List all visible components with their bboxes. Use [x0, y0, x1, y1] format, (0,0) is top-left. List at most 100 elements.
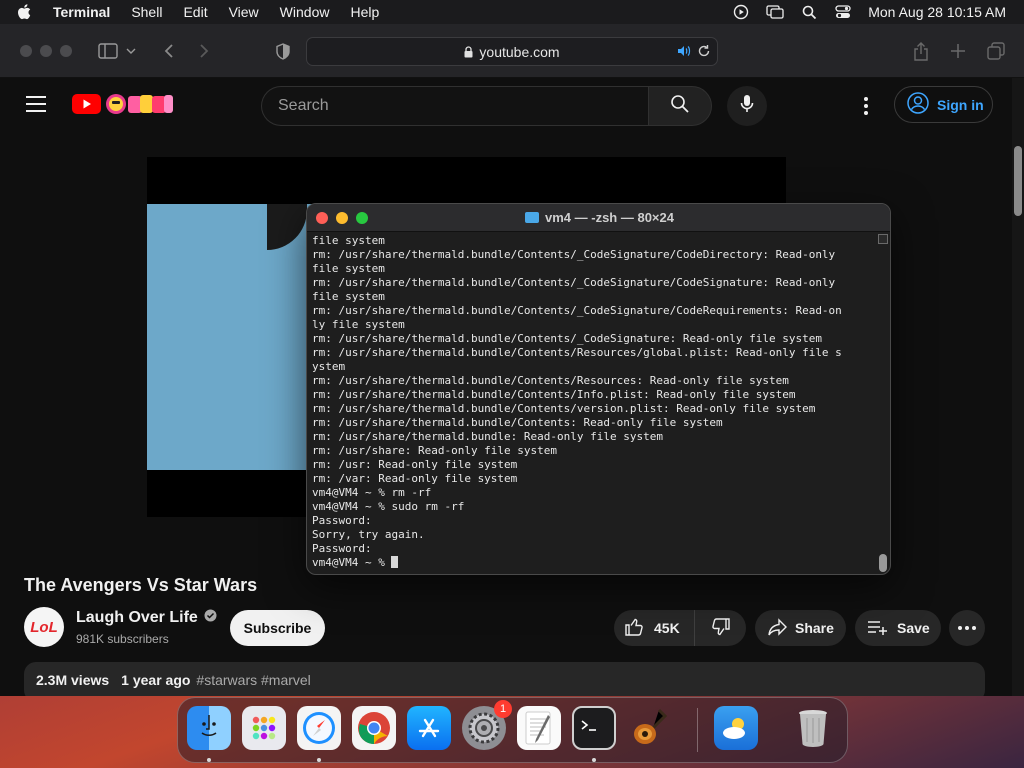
terminal-scroll-button[interactable]	[878, 234, 888, 244]
weather-icon[interactable]	[714, 706, 758, 750]
terminal-line: vm4@VM4 ~ % sudo rm -rf	[312, 500, 465, 513]
menu-bar: Terminal Shell Edit View Window Help Mon…	[0, 0, 1024, 24]
terminal-cursor	[391, 556, 399, 568]
channel-name[interactable]: Laugh Over Life	[76, 609, 217, 627]
terminal-line: rm: /usr/share/thermald.bundle/Contents/…	[312, 388, 796, 401]
terminal-line: file system	[312, 290, 385, 303]
voice-search-button[interactable]	[727, 86, 767, 126]
reload-icon[interactable]	[697, 44, 711, 61]
chevron-down-icon[interactable]	[124, 39, 138, 63]
like-button[interactable]: 45K	[614, 610, 694, 646]
finder-running-dot	[207, 758, 211, 762]
terminal-line: rm: /usr: Read-only file system	[312, 458, 518, 471]
terminal-running-dot	[592, 758, 596, 762]
share-label: Share	[795, 620, 834, 636]
subscribe-button[interactable]: Subscribe	[230, 610, 325, 646]
dislike-button[interactable]	[694, 610, 746, 646]
terminal-line: rm: /usr/share/thermald.bundle/Contents:…	[312, 416, 723, 429]
terminal-line: rm: /usr/share/thermald.bundle/Contents/…	[312, 276, 836, 289]
forward-icon[interactable]	[192, 39, 216, 63]
safari-icon[interactable]	[297, 706, 341, 750]
microphone-icon	[740, 94, 754, 119]
page-scrollbar-thumb[interactable]	[1014, 146, 1022, 216]
sign-in-button[interactable]: Sign in	[894, 86, 993, 123]
terminal-line: rm: /usr/share/thermald.bundle/Contents/…	[312, 346, 842, 359]
terminal-zoom-button[interactable]	[356, 212, 368, 224]
save-label: Save	[897, 620, 930, 636]
terminal-minimize-button[interactable]	[336, 212, 348, 224]
share-button[interactable]: Share	[755, 610, 846, 646]
terminal-titlebar[interactable]: vm4 — -zsh — 80×24	[307, 204, 890, 232]
terminal-line: rm: /usr/share/thermald.bundle/Contents/…	[312, 304, 842, 317]
menu-help[interactable]: Help	[350, 4, 379, 20]
terminal-line: rm: /usr/share/thermald.bundle/Contents/…	[312, 332, 822, 345]
garageband-icon[interactable]	[627, 706, 671, 750]
more-actions-button[interactable]	[949, 610, 985, 646]
new-tab-icon[interactable]	[946, 39, 970, 63]
menu-view[interactable]: View	[229, 4, 259, 20]
window-minimize-button[interactable]	[40, 45, 52, 57]
add-to-playlist-icon	[867, 619, 889, 638]
trash-icon[interactable]	[791, 706, 835, 750]
channel-avatar[interactable]: LoL	[24, 607, 64, 647]
search-button[interactable]	[648, 86, 712, 126]
terminal-line: file system	[312, 262, 385, 275]
terminal-window[interactable]: vm4 — -zsh — 80×24 file system rm: /usr/s…	[306, 203, 891, 575]
share-sheet-icon[interactable]	[909, 39, 933, 63]
terminal-line: Password:	[312, 514, 372, 527]
menu-icon[interactable]	[26, 96, 46, 112]
terminal-line: rm: /usr/share/thermald.bundle/Contents/…	[312, 248, 836, 261]
terminal-scrollbar-thumb[interactable]	[879, 554, 887, 572]
share-arrow-icon	[767, 617, 787, 639]
menubar-clock[interactable]: Mon Aug 28 10:15 AM	[868, 4, 1006, 20]
notification-badge: 1	[494, 700, 512, 718]
address-bar[interactable]: youtube.com	[306, 37, 718, 66]
dock: 1	[177, 697, 848, 763]
save-button[interactable]: Save	[855, 610, 941, 646]
control-center-icon[interactable]	[834, 3, 852, 21]
lock-icon	[464, 45, 473, 58]
menu-app-name[interactable]: Terminal	[53, 4, 110, 20]
video-description[interactable]: 2.3M views 1 year ago #starwars #marvel	[24, 662, 985, 696]
window-zoom-button[interactable]	[60, 45, 72, 57]
terminal-line: vm4@VM4 ~ % rm -rf	[312, 486, 432, 499]
menu-window[interactable]: Window	[280, 4, 330, 20]
terminal-line: ystem	[312, 360, 346, 373]
youtube-logo[interactable]	[72, 92, 174, 116]
textedit-icon[interactable]	[517, 706, 561, 750]
system-settings-icon[interactable]: 1	[462, 700, 512, 750]
terminal-line: ly file system	[312, 318, 405, 331]
spotlight-search-icon[interactable]	[800, 3, 818, 21]
terminal-line: rm: /usr/share/thermald.bundle/Contents/…	[312, 402, 816, 415]
search-input[interactable]: Search	[261, 86, 649, 126]
upload-age: 1 year ago	[121, 672, 191, 688]
verified-check-icon	[204, 609, 217, 627]
privacy-shield-icon[interactable]	[271, 39, 295, 63]
terminal-scrollbar[interactable]	[878, 234, 888, 574]
launchpad-icon[interactable]	[242, 706, 286, 750]
video-title: The Avengers Vs Star Wars	[24, 575, 258, 595]
sidebar-toggle-icon[interactable]	[96, 39, 120, 63]
account-icon	[907, 92, 929, 117]
menu-edit[interactable]: Edit	[183, 4, 207, 20]
tab-overview-icon[interactable]	[984, 39, 1008, 63]
chrome-icon[interactable]	[352, 706, 396, 750]
now-playing-icon[interactable]	[732, 3, 750, 21]
finder-icon[interactable]	[187, 706, 231, 750]
safari-running-dot	[317, 758, 321, 762]
terminal-app-icon[interactable]	[572, 706, 616, 750]
back-icon[interactable]	[157, 39, 181, 63]
terminal-output[interactable]: file system rm: /usr/share/thermald.bundl…	[312, 234, 880, 574]
app-store-icon[interactable]	[407, 706, 451, 750]
terminal-line: Sorry, try again.	[312, 528, 425, 541]
speaker-icon[interactable]	[677, 44, 691, 61]
page-scrollbar[interactable]	[1012, 78, 1024, 696]
screen-mirroring-icon[interactable]	[766, 3, 784, 21]
apple-menu-icon[interactable]	[17, 4, 39, 20]
terminal-close-button[interactable]	[316, 212, 328, 224]
hashtags[interactable]: #starwars #marvel	[196, 672, 310, 692]
settings-more-icon[interactable]	[856, 94, 876, 118]
window-close-button[interactable]	[20, 45, 32, 57]
terminal-title: vm4 — -zsh — 80×24	[545, 210, 674, 225]
menu-shell[interactable]: Shell	[131, 4, 162, 20]
